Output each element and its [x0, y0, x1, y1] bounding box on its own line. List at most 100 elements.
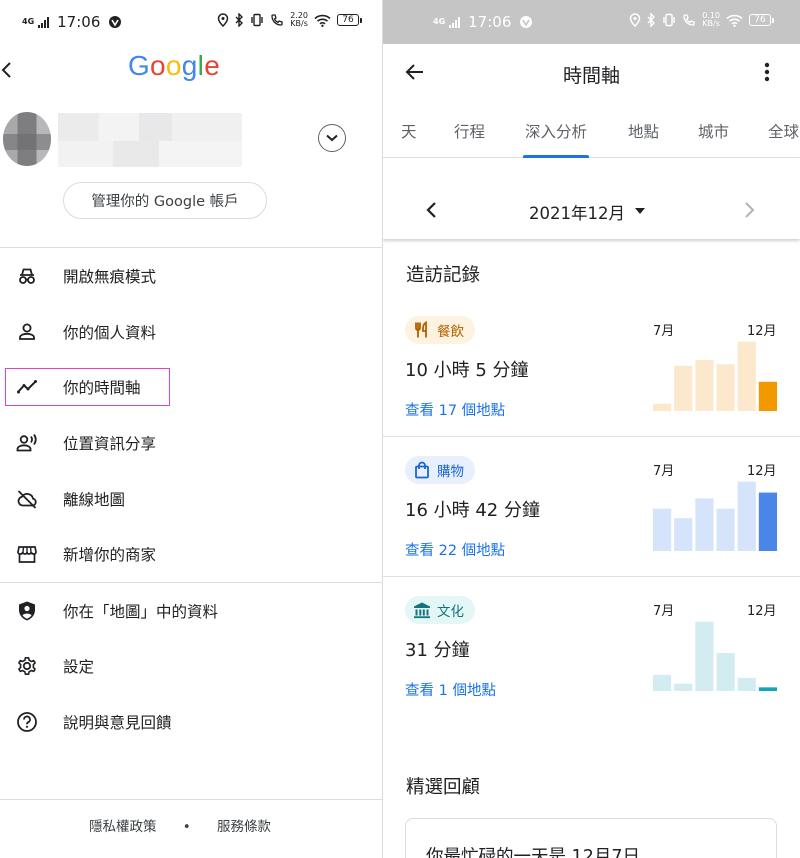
tab-cities[interactable]: 城市	[698, 120, 729, 142]
bluetooth-icon	[235, 13, 244, 27]
wifi-icon	[314, 14, 331, 27]
view-places-link[interactable]: 查看 17 個地點	[405, 399, 505, 420]
chevron-left-icon[interactable]	[425, 201, 439, 219]
tab-places[interactable]: 地點	[628, 120, 659, 142]
menu-item-label: 開啟無痕模式	[63, 268, 157, 286]
google-logo: Google	[0, 50, 348, 82]
account-switcher-button[interactable]	[318, 124, 346, 152]
bar-month-4	[716, 508, 735, 551]
footer-separator: •	[182, 819, 191, 835]
tab-trips[interactable]: 行程	[454, 120, 485, 142]
bar-month-5	[737, 341, 756, 411]
bar-month-1	[653, 403, 672, 411]
menu-item-profile[interactable]: 你的個人資料	[0, 304, 382, 360]
menu-item-offline-maps[interactable]: 離線地圖	[0, 471, 382, 527]
divider	[383, 576, 800, 577]
account-menu-panel: 4G 17:06 2.20 KB/s 76 Google 管理你的 Google …	[0, 0, 382, 858]
bar-month-4	[716, 653, 735, 691]
divider	[383, 436, 800, 437]
menu-item-incognito[interactable]: 開啟無痕模式	[0, 248, 382, 304]
chart-end-month: 12月	[747, 604, 777, 619]
bar-month-2	[674, 365, 693, 411]
chip-label: 購物	[437, 464, 464, 480]
category-card-culture[interactable]: 文化 31 分鐘 查看 1 個地點 7月 12月	[383, 580, 800, 720]
person-icon	[19, 323, 35, 340]
chart-start-month: 7月	[653, 324, 675, 339]
menu-item-label: 離線地圖	[63, 491, 126, 509]
month-selector: 2021年12月	[383, 159, 800, 239]
featured-section-title: 精選回顧	[406, 777, 481, 798]
menu-item-your-data[interactable]: 你在「地圖」中的資料	[0, 583, 382, 639]
privacy-policy-link[interactable]: 隱私權政策	[89, 815, 157, 835]
museum-icon	[414, 602, 430, 619]
chip-label: 文化	[437, 604, 464, 620]
view-places-link[interactable]: 查看 1 個地點	[405, 679, 496, 700]
shield-status-icon	[109, 16, 122, 28]
tab-world[interactable]: 全球	[768, 120, 799, 142]
tab-insights[interactable]: 深入分析	[525, 120, 587, 142]
menu-item-location-sharing[interactable]: 位置資訊分享	[0, 415, 382, 471]
signal-icon	[38, 16, 50, 28]
category-card-dining[interactable]: 餐飲 10 小時 5 分鐘 查看 17 個地點 7月 12月	[383, 300, 800, 440]
logo-letter: o	[165, 50, 182, 81]
timeline-panel: 4G 17:06 0.10 KB/s 76 時間軸 天 行程 深入分析 地點 城市…	[383, 0, 800, 858]
bar-month-3	[695, 498, 714, 551]
tab-bar: 天 行程 深入分析 地點 城市 全球	[383, 110, 800, 158]
call-icon	[271, 14, 283, 26]
network-speed: 0.10 KB/s	[702, 12, 720, 28]
category-card-shopping[interactable]: 購物 16 小時 42 分鐘 查看 22 個地點 7月 12月	[383, 440, 800, 580]
network-speed: 2.20 KB/s	[290, 12, 308, 28]
bar-month-1	[653, 674, 672, 691]
duration-text: 10 小時 5 分鐘	[405, 360, 529, 381]
avatar[interactable]	[3, 112, 51, 166]
bar-month-6	[758, 687, 777, 691]
view-places-link[interactable]: 查看 22 個地點	[405, 539, 505, 560]
menu-item-add-business[interactable]: 新增你的商家	[0, 526, 382, 582]
vibrate-icon	[663, 13, 675, 27]
logo-letter: e	[204, 50, 221, 81]
location-status-icon	[217, 13, 229, 27]
menu-item-label: 你的個人資料	[63, 324, 157, 342]
menu-item-label: 說明與意見回饋	[63, 714, 172, 732]
account-name-redacted	[58, 113, 242, 167]
bar-month-2	[674, 518, 693, 551]
help-icon	[17, 712, 37, 732]
bar-month-2	[674, 683, 693, 691]
chart-end-month: 12月	[747, 324, 777, 339]
terms-of-service-link[interactable]: 服務條款	[217, 815, 271, 835]
logo-letter: g	[181, 50, 198, 81]
tab-day[interactable]: 天	[401, 120, 417, 142]
featured-card[interactable]: 你最忙碌的一天是 12月7日	[405, 818, 777, 858]
status-time: 17:06	[57, 13, 101, 31]
bar-month-3	[695, 359, 714, 411]
chevron-right-icon[interactable]	[742, 201, 756, 219]
menu-item-settings[interactable]: 設定	[0, 638, 382, 694]
shopping-bag-icon	[415, 461, 429, 479]
dropdown-caret-icon[interactable]	[634, 207, 646, 215]
divider	[0, 799, 382, 800]
monthly-bar-chart	[653, 621, 777, 691]
menu-item-help[interactable]: 說明與意見回饋	[0, 694, 382, 750]
bar-month-5	[737, 677, 756, 691]
logo-letter: G	[127, 50, 151, 81]
chart-end-month: 12月	[747, 464, 777, 479]
bar-month-1	[653, 508, 672, 551]
chart-start-month: 7月	[653, 604, 675, 619]
month-label[interactable]: 2021年12月	[529, 200, 625, 224]
battery-icon: 76	[749, 14, 774, 26]
call-icon	[683, 14, 695, 26]
duration-text: 16 小時 42 分鐘	[405, 500, 540, 521]
timeline-highlight-box	[5, 368, 170, 406]
more-vert-icon[interactable]	[763, 60, 771, 84]
duration-text: 31 分鐘	[405, 640, 470, 661]
battery-level: 76	[749, 14, 771, 26]
network-type: 4G	[22, 17, 35, 26]
manage-account-button[interactable]: 管理你的 Google 帳戶	[63, 182, 267, 219]
battery-level: 76	[337, 14, 359, 26]
restaurant-icon	[415, 321, 427, 338]
bluetooth-icon	[647, 13, 656, 27]
bar-month-6	[758, 492, 777, 551]
logo-letter: o	[150, 50, 166, 81]
bar-month-6	[758, 381, 777, 411]
bar-month-3	[695, 621, 714, 691]
